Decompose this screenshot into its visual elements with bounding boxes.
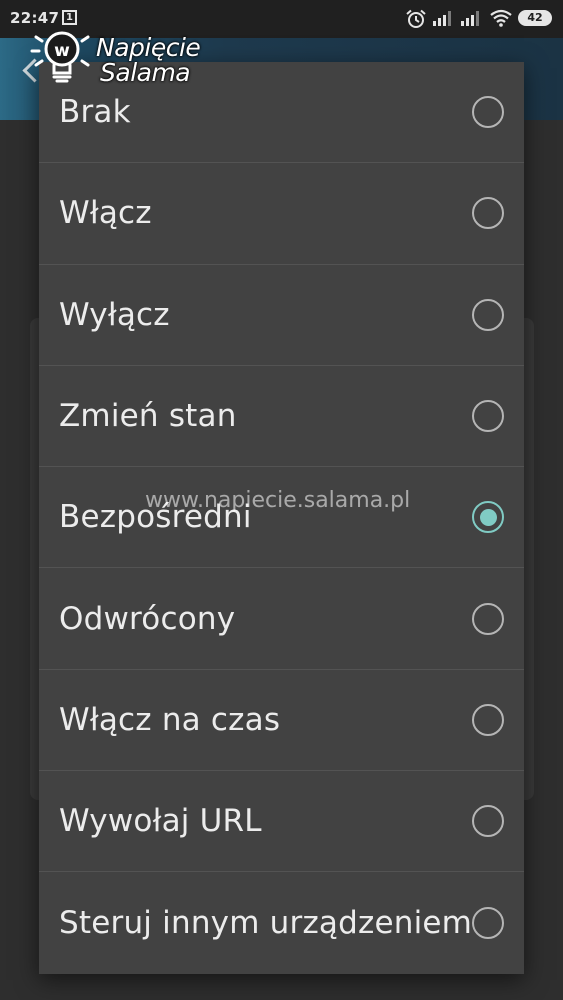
wifi-icon [490, 9, 512, 27]
lightbulb-icon: w [30, 31, 90, 83]
signal-icon [461, 11, 479, 26]
option-wlacz-na-czas[interactable]: Włącz na czas [39, 670, 524, 772]
option-wlacz[interactable]: Włącz [39, 163, 524, 265]
radio-button[interactable] [472, 400, 504, 433]
options-dialog: Brak Włącz Wyłącz Zmień stan Bezpośredni… [39, 62, 524, 974]
option-label: Odwrócony [59, 600, 236, 637]
option-label: Włącz [59, 195, 152, 232]
option-wywolaj-url[interactable]: Wywołaj URL [39, 771, 524, 873]
option-label: Wywołaj URL [59, 803, 262, 840]
radio-button[interactable] [472, 805, 504, 838]
logo-text-line2: Salama [100, 58, 191, 87]
watermark-logo: w Napięcie Salama [30, 27, 205, 89]
option-label: Włącz na czas [59, 701, 281, 738]
logo-letter: w [54, 41, 70, 61]
option-odwrocony[interactable]: Odwrócony [39, 568, 524, 670]
radio-button[interactable] [472, 703, 504, 736]
radio-button[interactable] [472, 907, 504, 940]
radio-button[interactable] [472, 298, 504, 331]
radio-dot [479, 508, 497, 526]
option-zmien-stan[interactable]: Zmień stan [39, 366, 524, 468]
radio-button-checked[interactable] [472, 501, 504, 534]
option-label: Steruj innym urządzeniem [59, 905, 473, 942]
option-label: Wyłącz [59, 296, 170, 333]
battery-icon: 42 [518, 10, 552, 26]
radio-button[interactable] [472, 602, 504, 635]
signal-icon [433, 11, 451, 26]
option-label: Brak [59, 94, 131, 131]
option-wylacz[interactable]: Wyłącz [39, 265, 524, 366]
status-time: 22:47 [10, 9, 60, 27]
option-bezposredni[interactable]: Bezpośredni [39, 467, 524, 569]
radio-button[interactable] [472, 197, 504, 230]
option-label: Zmień stan [59, 398, 237, 435]
radio-button[interactable] [472, 96, 504, 129]
notification-badge: 1 [62, 10, 77, 25]
option-steruj-innym-urzadzeniem[interactable]: Steruj innym urządzeniem [39, 872, 524, 973]
option-label: Bezpośredni [59, 499, 252, 536]
alarm-icon [406, 9, 426, 28]
